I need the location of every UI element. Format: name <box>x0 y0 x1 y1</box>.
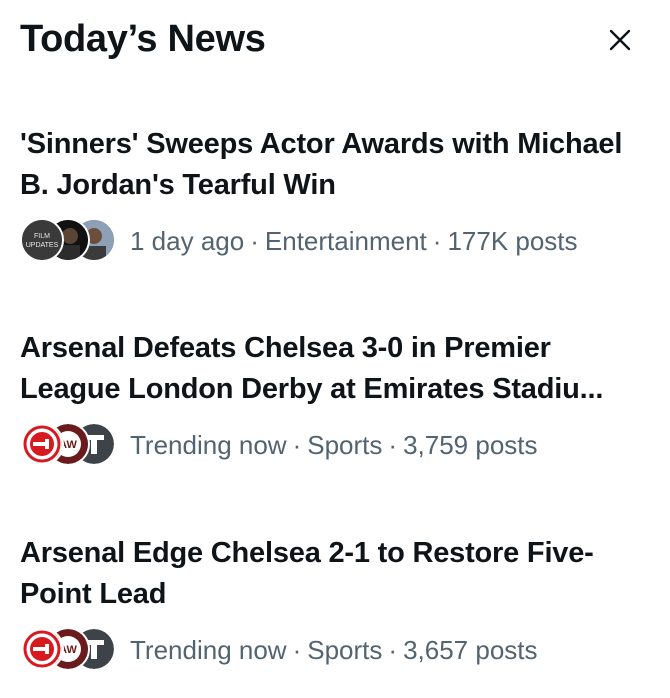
news-item[interactable]: 'Sinners' Sweeps Actor Awards with Micha… <box>20 124 640 264</box>
svg-text:UPDATES: UPDATES <box>26 242 59 249</box>
news-meta-text: Trending now · Sports · 3,657 posts <box>130 635 538 666</box>
avatar <box>20 627 64 671</box>
separator: · <box>388 429 398 460</box>
avatar-group: AW <box>20 627 116 673</box>
news-headline: Arsenal Edge Chelsea 2-1 to Restore Five… <box>20 537 594 610</box>
separator: · <box>250 225 259 256</box>
news-item[interactable]: Arsenal Edge Chelsea 2-1 to Restore Five… <box>20 533 640 673</box>
news-category: Sports <box>307 429 383 460</box>
news-category: Sports <box>307 634 383 665</box>
news-post-count: 3,759 posts <box>403 429 538 460</box>
news-item[interactable]: Arsenal Defeats Chelsea 3-0 in Premier L… <box>20 328 640 468</box>
separator: · <box>388 634 398 665</box>
avatar-group: AW <box>20 422 116 468</box>
avatar-group: FILM UPDATES <box>20 218 116 264</box>
panel-header: Today’s News <box>20 14 650 64</box>
close-button[interactable] <box>600 20 640 60</box>
news-time: Trending now <box>130 634 287 665</box>
news-time: 1 day ago <box>130 225 245 256</box>
news-meta: AW Trending now · Sports · 3,759 posts <box>20 422 640 468</box>
news-post-count: 3,657 posts <box>403 634 538 665</box>
news-post-count: 177K posts <box>447 225 578 256</box>
news-meta: AW Trending now · Sports · 3,657 posts <box>20 627 640 673</box>
close-icon <box>609 29 631 51</box>
news-category: Entertainment <box>264 225 427 256</box>
avatar: FILM UPDATES <box>20 218 64 262</box>
avatar <box>20 422 64 466</box>
news-headline: Arsenal Defeats Chelsea 3-0 in Premier L… <box>20 332 604 405</box>
todays-news-panel: Today’s News 'Sinners' Sweeps Actor Awar… <box>0 0 670 698</box>
news-meta-text: 1 day ago · Entertainment · 177K posts <box>130 226 578 257</box>
separator: · <box>432 225 442 256</box>
svg-text:FILM: FILM <box>34 233 50 240</box>
news-time: Trending now <box>130 429 287 460</box>
separator: · <box>292 429 302 460</box>
news-meta: FILM UPDATES 1 day ago · Entertainment ·… <box>20 218 640 264</box>
page-title: Today’s News <box>20 18 266 60</box>
news-headline: 'Sinners' Sweeps Actor Awards with Micha… <box>20 128 623 201</box>
separator: · <box>292 634 302 665</box>
news-meta-text: Trending now · Sports · 3,759 posts <box>130 430 538 461</box>
